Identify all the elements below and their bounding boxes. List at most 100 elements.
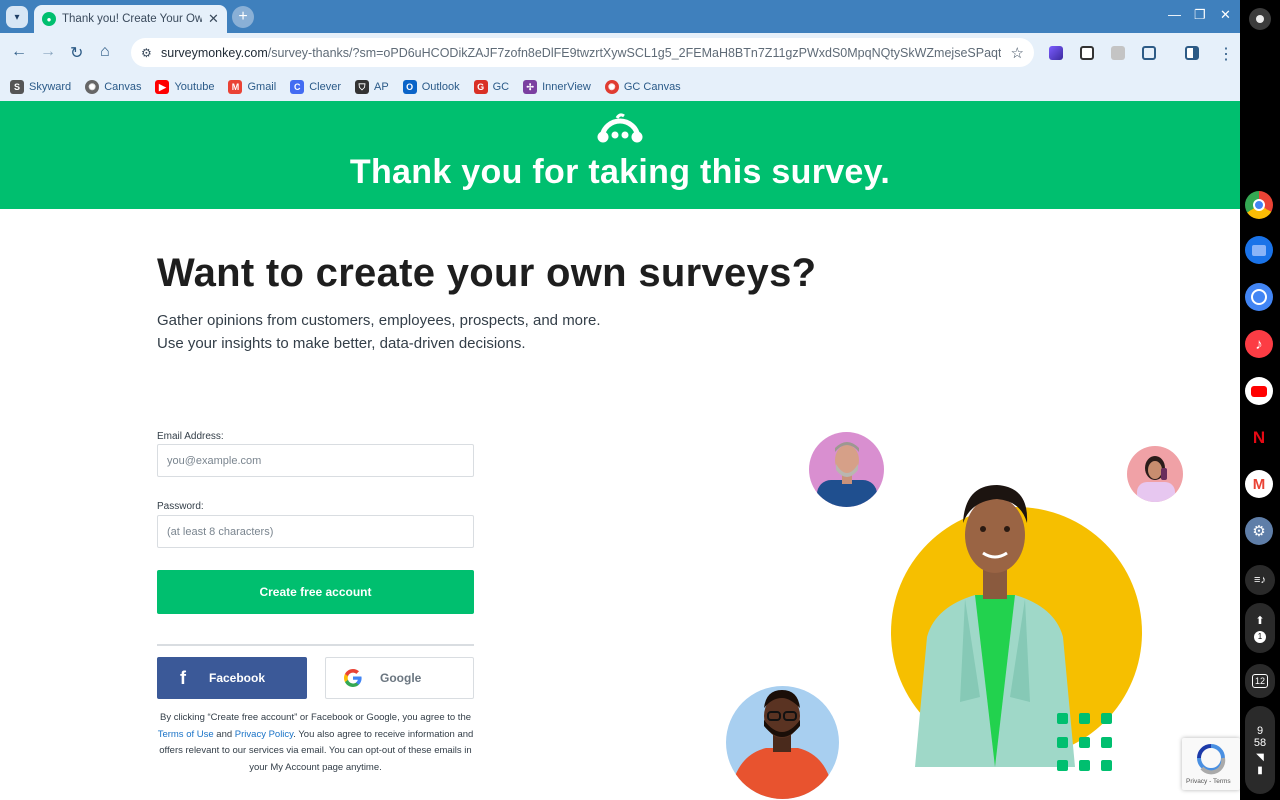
bookmark-canvas[interactable]: ✺ Canvas [85,80,141,94]
password-label: Password: [157,501,204,512]
privacy-policy-link[interactable]: Privacy Policy [235,729,293,740]
avatar-man-orange-shirt [726,686,839,799]
divider [157,644,474,646]
media-controls-icon[interactable]: ≡♪ [1245,565,1275,595]
legal-part-1: By clicking “Create free account” or Fac… [159,712,472,723]
side-panel-icon[interactable] [1185,46,1199,60]
google-icon [326,668,380,688]
hero-line-2: Use your insights to make better, data-d… [157,335,526,352]
bookmark-ap[interactable]: ⛉ AP [355,80,389,94]
skyward-icon: S [10,80,24,94]
screen-record-icon[interactable] [1249,8,1271,30]
google-signup-button[interactable]: Google [325,657,474,699]
recaptcha-badge[interactable]: Privacy - Terms [1182,738,1240,790]
bookmark-skyward[interactable]: S Skyward [10,80,71,94]
canvas-icon: ✺ [85,80,100,94]
bookmark-outlook[interactable]: O Outlook [402,80,460,94]
wifi-icon: ◥ [1256,751,1264,763]
create-account-button[interactable]: Create free account [157,570,474,614]
notifications-pill[interactable]: ⬆ 1 [1245,603,1275,653]
bookmark-gc[interactable]: G GC [473,80,510,94]
clock-app-icon[interactable] [1245,283,1273,311]
gmail-app-icon[interactable]: M [1245,470,1273,498]
reload-icon[interactable]: ↻ [70,43,83,63]
bookmark-star-icon[interactable]: ☆ [1011,44,1024,62]
email-label: Email Address: [157,431,224,442]
address-bar[interactable]: ⚙ surveymonkey.com/survey-thanks/?sm=oPD… [131,38,1034,67]
tab-active[interactable]: ● Thank you! Create Your Own Online Surv… [34,5,227,33]
calendar-button[interactable]: 12 [1245,664,1275,698]
site-info-icon[interactable]: ⚙ [141,46,157,60]
bookmark-gc-canvas[interactable]: ✺ GC Canvas [604,80,681,94]
extensions-puzzle-icon[interactable] [1142,46,1156,60]
picture-in-picture-icon[interactable] [1080,46,1094,60]
browser-toolbar: ← → ↻ ⌂ ⚙ surveymonkey.com/survey-thanks… [0,33,1240,73]
legal-and: and [213,728,235,740]
extension-icon[interactable] [1049,46,1063,60]
close-window-icon[interactable]: ✕ [1220,7,1231,23]
files-icon[interactable] [1245,236,1273,264]
kebab-menu-icon[interactable]: ⋮ [1218,44,1234,64]
clock-hour: 9 [1256,724,1264,737]
avatar-woman-phone [1127,446,1183,502]
youtube-icon: ▶ [155,80,170,94]
password-field[interactable] [157,515,474,548]
back-icon[interactable]: ← [11,43,27,61]
avatar-man-gray-beard [809,432,884,507]
tab-title: Thank you! Create Your Own Online Survey [62,13,202,25]
notification-count: 1 [1254,630,1266,643]
bookmark-gmail[interactable]: M Gmail [228,80,276,94]
facebook-icon: f [180,667,186,688]
email-field[interactable] [157,444,474,477]
bookmark-label: InnerView [542,81,591,93]
bookmark-label: Outlook [421,81,460,93]
bookmark-label: Skyward [29,81,72,93]
upload-icon: ⬆ [1255,614,1265,627]
bookmark-label: GC Canvas [623,81,681,93]
netflix-icon[interactable]: N [1245,424,1273,452]
extension-k-icon[interactable] [1111,46,1125,60]
facebook-signup-button[interactable]: f Facebook [157,657,307,699]
page-title: Want to create your own surveys? [157,251,817,295]
url-host: surveymonkey.com [161,45,268,60]
browser-window: ▾ ● Thank you! Create Your Own Online Su… [0,0,1240,800]
facebook-label: Facebook [209,671,266,685]
settings-gear-icon[interactable]: ⚙ [1245,517,1273,545]
home-icon[interactable]: ⌂ [100,43,110,61]
bookmark-label: Clever [309,81,341,93]
url-path: /survey-thanks/?sm=oPD6uHCODikZAJF7zofn8… [267,45,1001,60]
close-tab-icon[interactable]: ✕ [208,11,219,27]
thank-you-banner: Thank you for taking this survey. [0,101,1240,209]
tab-search-button[interactable]: ▾ [6,6,28,28]
recaptcha-icon [1197,744,1226,775]
chrome-icon[interactable] [1245,191,1273,219]
banner-title: Thank you for taking this survey. [349,153,891,191]
restore-icon[interactable]: ❐ [1194,7,1206,23]
decorative-dot-grid [1057,713,1119,775]
minimize-icon[interactable]: — [1168,7,1181,22]
page-content: Thank you for taking this survey. Want t… [0,101,1240,800]
hero-subtitle: Gather opinions from customers, employee… [157,309,601,355]
bookmark-innerview[interactable]: ✢ InnerView [523,80,591,94]
music-icon[interactable]: ♪ [1245,330,1273,358]
youtube-app-icon[interactable] [1245,377,1273,405]
new-tab-button[interactable]: + [232,6,254,28]
gmail-icon: M [228,80,243,94]
recaptcha-links[interactable]: Privacy - Terms [1186,778,1231,785]
clock-minute: 58 [1253,736,1267,749]
bookmark-label: GC [492,81,510,93]
terms-of-use-link[interactable]: Terms of Use [158,729,214,740]
status-area[interactable]: 9 58 ◥ ▮ [1245,706,1275,794]
url-text[interactable]: surveymonkey.com/survey-thanks/?sm=oPD6u… [161,46,1001,60]
google-label: Google [380,671,422,685]
hero-line-1: Gather opinions from customers, employee… [157,312,601,329]
surveymonkey-favicon-icon: ● [42,12,56,26]
calendar-day: 12 [1251,674,1268,688]
forward-icon[interactable]: → [40,43,56,61]
bookmark-clever[interactable]: C Clever [290,80,341,94]
bookmark-youtube[interactable]: ▶ Youtube [155,80,214,94]
system-shelf: ♪ N M ⚙ ≡♪ ⬆ 1 12 9 58 ◥ ▮ [1240,0,1280,800]
gc-icon: G [473,80,488,94]
tab-strip: ▾ ● Thank you! Create Your Own Online Su… [0,0,1240,33]
bookmark-label: Youtube [174,81,215,93]
